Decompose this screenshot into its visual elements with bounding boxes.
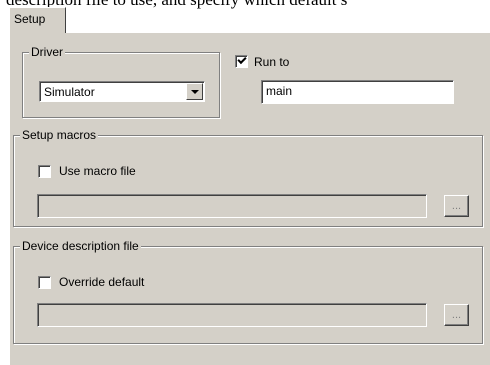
device-description-group-label: Device description file: [20, 239, 141, 253]
tab-setup[interactable]: Setup: [9, 7, 66, 33]
checkmark-icon: [237, 54, 247, 65]
use-macro-file-label: Use macro file: [59, 164, 136, 178]
driver-dropdown-button[interactable]: [186, 83, 203, 100]
device-description-path-input[interactable]: [37, 303, 427, 327]
run-to-value: main: [266, 84, 293, 98]
setup-macros-group: Setup macros Use macro file ...: [13, 128, 483, 227]
run-to-label: Run to: [254, 55, 290, 69]
setup-macros-group-label: Setup macros: [20, 128, 99, 142]
driver-group-label: Driver: [29, 45, 65, 59]
run-to-input[interactable]: main: [261, 80, 454, 104]
instruction-text: description file to use, and specify whi…: [0, 0, 490, 9]
device-description-browse-button[interactable]: ...: [444, 304, 469, 326]
device-description-group: Device description file Override default…: [13, 239, 483, 344]
driver-select[interactable]: Simulator: [39, 81, 205, 102]
use-macro-file-checkbox[interactable]: [38, 165, 51, 178]
override-default-label: Override default: [59, 275, 145, 289]
override-default-checkbox[interactable]: [38, 276, 51, 289]
setup-panel: Driver Simulator Run to main Setup macro…: [9, 32, 490, 365]
driver-select-value: Simulator: [44, 85, 95, 99]
driver-group: Driver Simulator: [22, 45, 220, 118]
macro-file-browse-button[interactable]: ...: [444, 195, 469, 217]
tab-label: Setup: [14, 12, 46, 26]
run-to-checkbox[interactable]: [235, 54, 248, 68]
macro-file-path-input[interactable]: [37, 194, 427, 218]
chevron-down-icon: [191, 90, 199, 94]
